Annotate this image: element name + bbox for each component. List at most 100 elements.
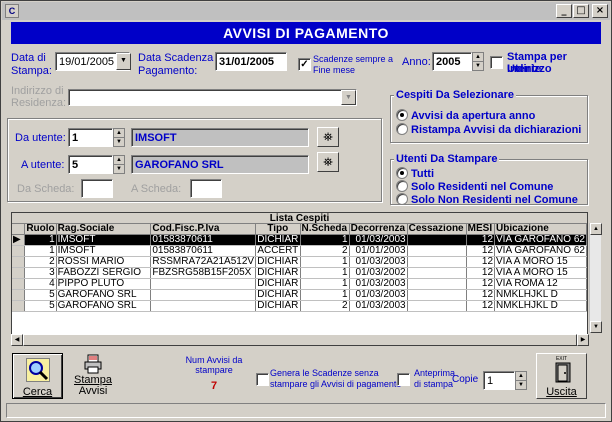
cell-decorrenza[interactable]: 01/01/2003 xyxy=(349,245,408,257)
binoculars-icon[interactable]: ⛯ xyxy=(317,152,339,172)
scadenze-fine-mese-checkbox[interactable]: ✓ xyxy=(298,58,311,71)
cell-rag-sociale[interactable]: IMSOFT xyxy=(56,245,152,257)
table-row[interactable]: 1 IMSOFT 01583870611 ACCERT 2 01/01/2003… xyxy=(12,245,587,257)
cell-cod-fisc[interactable] xyxy=(150,300,257,312)
a-scheda-field[interactable] xyxy=(190,179,222,198)
cell-decorrenza[interactable]: 01/03/2003 xyxy=(349,234,408,246)
cell-ubicazione[interactable]: NMKLHJKL D xyxy=(494,300,587,312)
spin-down-icon[interactable]: ▼ xyxy=(473,62,483,71)
spin-up-icon[interactable]: ▲ xyxy=(114,156,124,165)
cell-cessazione[interactable] xyxy=(407,289,467,301)
cell-mesi[interactable]: 12 xyxy=(466,256,496,268)
cell-cod-fisc[interactable]: 01583870611 xyxy=(150,245,257,257)
col-cessazione[interactable]: Cessazione xyxy=(407,224,467,235)
anno-spinner[interactable]: ▲ ▼ xyxy=(472,52,484,71)
col-cod-fisc[interactable]: Cod.Fisc.P.Iva xyxy=(150,224,257,235)
table-row[interactable]: ▶ 1 IMSOFT 01583870611 DICHIAR 1 01/03/2… xyxy=(12,234,587,246)
cell-cod-fisc[interactable] xyxy=(150,289,257,301)
a-utente-field[interactable]: 5 xyxy=(68,155,113,174)
cespiti-option-apertura[interactable] xyxy=(396,109,408,121)
cell-mesi[interactable]: 12 xyxy=(466,300,496,312)
spin-up-icon[interactable]: ▲ xyxy=(114,129,124,138)
utenti-option-residenti[interactable] xyxy=(396,180,408,192)
cell-rag-sociale[interactable]: IMSOFT xyxy=(56,234,152,246)
cell-tipo[interactable]: DICHIAR xyxy=(255,267,301,279)
spin-down-icon[interactable]: ▼ xyxy=(114,138,124,147)
cell-cod-fisc[interactable]: FBZSRG58B15F205X xyxy=(150,267,257,279)
cell-ruolo[interactable]: 1 xyxy=(24,234,57,246)
cell-mesi[interactable]: 12 xyxy=(466,234,496,246)
cell-ruolo[interactable]: 5 xyxy=(24,289,57,301)
scroll-down-icon[interactable]: ▼ xyxy=(590,321,602,333)
cell-n-scheda[interactable]: 1 xyxy=(300,278,350,290)
genera-scadenze-checkbox[interactable] xyxy=(256,373,269,386)
scroll-left-icon[interactable]: ◀ xyxy=(11,334,23,346)
grid-vertical-scrollbar[interactable]: ▲ ▼ xyxy=(589,223,602,333)
cell-ubicazione[interactable]: VIA ROMA 12 xyxy=(494,278,587,290)
cell-ruolo[interactable]: 2 xyxy=(24,256,57,268)
cell-ubicazione[interactable]: NMKLHJKL D xyxy=(494,289,587,301)
indirizzo-dropdown-icon[interactable]: ▼ xyxy=(341,90,356,105)
spin-down-icon[interactable]: ▼ xyxy=(516,381,526,390)
cell-tipo[interactable]: DICHIAR xyxy=(255,234,301,246)
table-row[interactable]: 4 PIPPO PLUTO DICHIAR 1 01/03/2003 12 VI… xyxy=(12,278,587,290)
cell-tipo[interactable]: DICHIAR xyxy=(255,256,301,268)
cell-mesi[interactable]: 12 xyxy=(466,267,496,279)
table-row[interactable]: 5 GAROFANO SRL DICHIAR 2 01/03/2003 12 N… xyxy=(12,300,587,312)
da-scheda-field[interactable] xyxy=(81,179,113,198)
table-row[interactable]: 2 ROSSI MARIO RSSMRA72A21A512V DICHIAR 1… xyxy=(12,256,587,268)
cell-n-scheda[interactable]: 2 xyxy=(300,245,350,257)
da-utente-field[interactable]: 1 xyxy=(68,128,113,147)
cell-tipo[interactable]: DICHIAR xyxy=(255,278,301,290)
cell-tipo[interactable]: ACCERT xyxy=(255,245,301,257)
cell-rag-sociale[interactable]: PIPPO PLUTO xyxy=(56,278,152,290)
cell-n-scheda[interactable]: 1 xyxy=(300,289,350,301)
col-mesi[interactable]: MESI xyxy=(466,224,496,235)
cell-cessazione[interactable] xyxy=(407,278,467,290)
col-ubicazione[interactable]: Ubicazione xyxy=(494,224,587,235)
cerca-button[interactable]: Cerca xyxy=(12,353,63,399)
cell-rag-sociale[interactable]: FABOZZI SERGIO xyxy=(56,267,152,279)
col-rag-sociale[interactable]: Rag.Sociale xyxy=(56,224,152,235)
a-utente-spinner[interactable]: ▲ ▼ xyxy=(113,155,125,174)
cell-rag-sociale[interactable]: GAROFANO SRL xyxy=(56,300,152,312)
stampa-avvisi-button[interactable]: Stampa Avvisi xyxy=(73,353,113,399)
cell-cod-fisc[interactable]: 01583870611 xyxy=(150,234,257,246)
data-scadenza-field[interactable]: 31/01/2005 xyxy=(215,52,287,71)
cell-ruolo[interactable]: 3 xyxy=(24,267,57,279)
maximize-button[interactable]: □ xyxy=(573,4,589,18)
uscita-button[interactable]: EXIT Uscita xyxy=(536,353,587,399)
anno-field[interactable]: 2005 xyxy=(432,52,472,71)
cell-mesi[interactable]: 12 xyxy=(466,289,496,301)
cell-decorrenza[interactable]: 01/03/2003 xyxy=(349,289,408,301)
cell-cod-fisc[interactable]: RSSMRA72A21A512V xyxy=(150,256,257,268)
cell-mesi[interactable]: 12 xyxy=(466,278,496,290)
cell-tipo[interactable]: DICHIAR xyxy=(255,289,301,301)
utenti-option-tutti[interactable] xyxy=(396,167,408,179)
binoculars-icon[interactable]: ⛯ xyxy=(317,127,339,147)
copie-spinner[interactable]: ▲ ▼ xyxy=(515,371,527,390)
data-stampa-dropdown-icon[interactable]: ▼ xyxy=(116,53,131,70)
anteprima-checkbox[interactable] xyxy=(397,373,410,386)
cell-decorrenza[interactable]: 01/03/2003 xyxy=(349,256,408,268)
table-row[interactable]: 3 FABOZZI SERGIO FBZSRG58B15F205X DICHIA… xyxy=(12,267,587,279)
cell-cod-fisc[interactable] xyxy=(150,278,257,290)
cell-ruolo[interactable]: 4 xyxy=(24,278,57,290)
col-n-scheda[interactable]: N.Scheda xyxy=(300,224,350,235)
cell-cessazione[interactable] xyxy=(407,256,467,268)
cell-decorrenza[interactable]: 01/03/2003 xyxy=(349,300,408,312)
minimize-button[interactable]: _ xyxy=(556,4,572,18)
spin-up-icon[interactable]: ▲ xyxy=(473,53,483,62)
grid-horizontal-scrollbar[interactable]: ◀ ▶ xyxy=(11,334,589,346)
spin-up-icon[interactable]: ▲ xyxy=(516,372,526,381)
cell-decorrenza[interactable]: 01/03/2002 xyxy=(349,267,408,279)
scroll-thumb[interactable] xyxy=(23,334,577,346)
col-decorrenza[interactable]: Decorrenza xyxy=(349,224,408,235)
cell-cessazione[interactable] xyxy=(407,245,467,257)
cell-ubicazione[interactable]: VIA A MORO 15 xyxy=(494,256,587,268)
scroll-up-icon[interactable]: ▲ xyxy=(590,223,602,235)
cell-n-scheda[interactable]: 1 xyxy=(300,267,350,279)
cell-decorrenza[interactable]: 01/03/2003 xyxy=(349,278,408,290)
cell-n-scheda[interactable]: 2 xyxy=(300,300,350,312)
copie-field[interactable]: 1 xyxy=(483,371,515,390)
